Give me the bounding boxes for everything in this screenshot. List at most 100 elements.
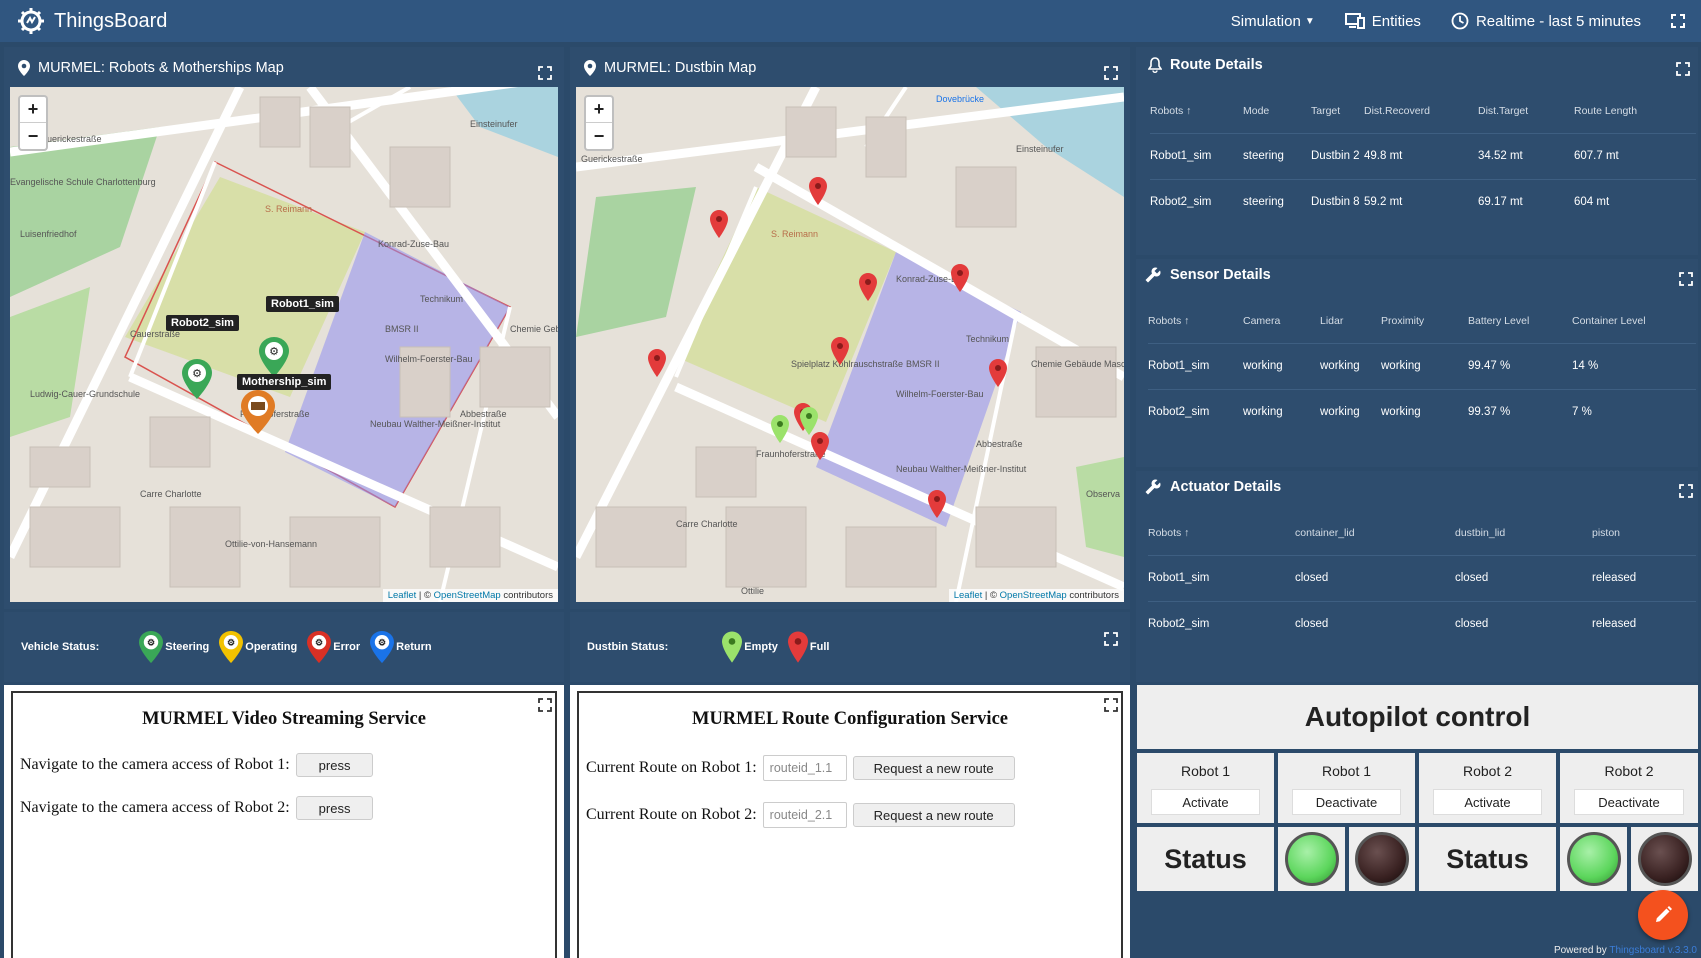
bell-icon [1148, 57, 1162, 73]
robot2-label: Robot2_sim [166, 315, 239, 331]
robot1-marker[interactable]: ⚙ [259, 337, 289, 377]
robot1-activate-button[interactable]: Activate [1151, 789, 1260, 815]
map-attribution: Leaflet | © OpenStreetMap contributors [382, 589, 558, 602]
dustbin-marker-full[interactable] [831, 337, 849, 365]
dustbin-marker-full[interactable] [859, 273, 877, 301]
map-tiles: Guerickestraße Dovebrücke S. Reimann Kon… [576, 87, 1124, 602]
simulation-dashboard-select[interactable]: Simulation ▼ [1231, 13, 1315, 30]
robot2-marker[interactable]: ⚙ [182, 359, 212, 399]
route-details-widget: Route Details Robots ↑ Mode Target Dist.… [1136, 47, 1698, 255]
thingsboard-version-link[interactable]: Thingsboard v.3.3.0 [1609, 945, 1697, 956]
fullscreen-icon[interactable] [1104, 66, 1118, 80]
fullscreen-icon[interactable] [538, 66, 552, 80]
mothership-marker[interactable] [241, 390, 275, 434]
robots-map[interactable]: Guerickestraße Evangelische Schule Charl… [10, 87, 558, 602]
robot2-deactivate-button[interactable]: Deactivate [1574, 789, 1684, 815]
robot1-route-row: Current Route on Robot 1: routeid_1.1 Re… [586, 755, 1015, 781]
svg-text:Guerickestraße: Guerickestraße [40, 134, 102, 144]
powered-by: Powered by Thingsboard v.3.3.0 [1553, 945, 1697, 956]
fullscreen-icon[interactable] [1671, 14, 1685, 28]
dustbin-marker-full[interactable] [928, 490, 946, 518]
osm-link[interactable]: OpenStreetMap [434, 590, 501, 601]
svg-text:Ludwig-Cauer-Grundschule: Ludwig-Cauer-Grundschule [30, 389, 140, 399]
edit-dashboard-button[interactable] [1638, 890, 1688, 940]
route-service-widget: MURMEL Route Configuration Service Curre… [570, 685, 1130, 958]
dustbin-marker-full[interactable] [989, 359, 1007, 387]
svg-text:Ottilie: Ottilie [741, 586, 764, 596]
fullscreen-icon[interactable] [1104, 698, 1118, 712]
dustbin-marker-full[interactable] [811, 432, 829, 460]
robot-marker-yellow-icon: ⚙ [219, 631, 244, 663]
table-header-row: Robots ↑ container_lid dustbin_lid pisto… [1148, 511, 1696, 555]
sort-robots-header[interactable]: Robots ↑ [1148, 511, 1295, 555]
fullscreen-icon[interactable] [1679, 272, 1693, 286]
table-header-row: Robots ↑ Mode Target Dist.Recoverd Dist.… [1150, 89, 1696, 133]
entities-button[interactable]: Entities [1344, 13, 1421, 30]
robot2-camera-press-button[interactable]: press [295, 796, 374, 820]
robot1-request-route-button[interactable]: Request a new route [852, 756, 1015, 780]
table-row[interactable]: Robot1_sim steering Dustbin 2 49.8 mt 34.52 … [1150, 132, 1696, 179]
leaflet-link[interactable]: Leaflet [388, 590, 417, 601]
dustbin-marker-full[interactable] [809, 177, 827, 205]
fullscreen-icon[interactable] [1104, 632, 1118, 646]
dustbin-marker-full[interactable] [951, 264, 969, 292]
table-header-row: Robots ↑ Camera Lidar Proximity Battery … [1148, 299, 1696, 343]
vehicle-status-label: Vehicle Status: [21, 641, 100, 653]
dark-light-icon [1637, 832, 1692, 886]
svg-text:⚙: ⚙ [147, 637, 155, 647]
legend-full: Full [787, 631, 829, 663]
legend-empty: Empty [722, 631, 778, 663]
sort-robots-header[interactable]: Robots ↑ [1148, 299, 1243, 343]
legend-error: ⚙ Error [307, 630, 360, 664]
robot2-deactivate-cell: Robot 2 Deactivate [1560, 753, 1698, 823]
dustbin-marker-empty[interactable] [771, 415, 789, 443]
sort-robots-header[interactable]: Robots ↑ [1150, 89, 1243, 133]
robot1-route-input[interactable]: routeid_1.1 [762, 755, 847, 781]
svg-text:Observa: Observa [1086, 489, 1120, 499]
green-light-icon [1284, 832, 1339, 886]
robot2-request-route-button[interactable]: Request a new route [852, 803, 1015, 827]
route-details-table: Robots ↑ Mode Target Dist.Recoverd Dist.… [1150, 89, 1696, 225]
fullscreen-icon[interactable] [1676, 62, 1690, 76]
dustbin-marker-full[interactable] [710, 210, 728, 238]
table-row[interactable]: Robot2_sim steering Dustbin 8 59.2 mt 69.17 … [1150, 178, 1696, 225]
video-service-frame: MURMEL Video Streaming Service Navigate … [11, 691, 557, 958]
svg-text:Einsteinufer: Einsteinufer [470, 119, 518, 129]
robot1-deactivate-button[interactable]: Deactivate [1292, 789, 1401, 815]
legend-steering: ⚙ Steering [139, 630, 209, 664]
fullscreen-icon[interactable] [1679, 484, 1693, 498]
robot2-activate-button[interactable]: Activate [1433, 789, 1542, 815]
map-zoom-control: + − [18, 95, 48, 151]
dustbin-status-label: Dustbin Status: [587, 641, 669, 653]
robot1-camera-press-button[interactable]: press [295, 753, 374, 777]
sensor-details-title: Sensor Details [1144, 266, 1271, 284]
dustbin-marker-red-icon [787, 631, 808, 663]
robot1-deactivate-cell: Robot 1 Deactivate [1278, 753, 1415, 823]
leaflet-link[interactable]: Leaflet [954, 590, 983, 601]
robot2-route-input[interactable]: routeid_2.1 [762, 802, 847, 828]
svg-text:Technikum: Technikum [420, 294, 463, 304]
fullscreen-icon[interactable] [538, 698, 552, 712]
zoom-out-button[interactable]: − [586, 123, 612, 149]
zoom-out-button[interactable]: − [20, 123, 46, 149]
green-light-icon [1566, 832, 1621, 886]
table-row[interactable]: Robot2_sim closed closed released [1148, 600, 1696, 647]
actuator-details-title: Actuator Details [1144, 478, 1281, 496]
timewindow-button[interactable]: Realtime - last 5 minutes [1451, 12, 1641, 30]
table-row[interactable]: Robot2_sim working working working 99.37 % 7 … [1148, 388, 1696, 435]
dustbin-marker-full[interactable] [648, 349, 666, 377]
dustbin-marker-green-icon [722, 631, 743, 663]
zoom-in-button[interactable]: + [586, 97, 612, 123]
robot2-activate-cell: Robot 2 Activate [1419, 753, 1556, 823]
dustbin-map[interactable]: Guerickestraße Dovebrücke S. Reimann Kon… [576, 87, 1124, 602]
svg-text:Abbestraße: Abbestraße [460, 409, 507, 419]
osm-link[interactable]: OpenStreetMap [1000, 590, 1067, 601]
table-row[interactable]: Robot1_sim working working working 99.47 % 14… [1148, 342, 1696, 389]
table-row[interactable]: Robot1_sim closed closed released [1148, 554, 1696, 601]
zoom-in-button[interactable]: + [20, 97, 46, 123]
app-logo[interactable]: ThingsBoard [16, 6, 167, 36]
wrench-icon [1145, 267, 1161, 283]
dustbin-map-title: MURMEL: Dustbin Map [584, 60, 756, 76]
dustbin-marker-empty[interactable] [800, 407, 818, 435]
robot2-camera-row: Navigate to the camera access of Robot 2… [20, 796, 374, 820]
